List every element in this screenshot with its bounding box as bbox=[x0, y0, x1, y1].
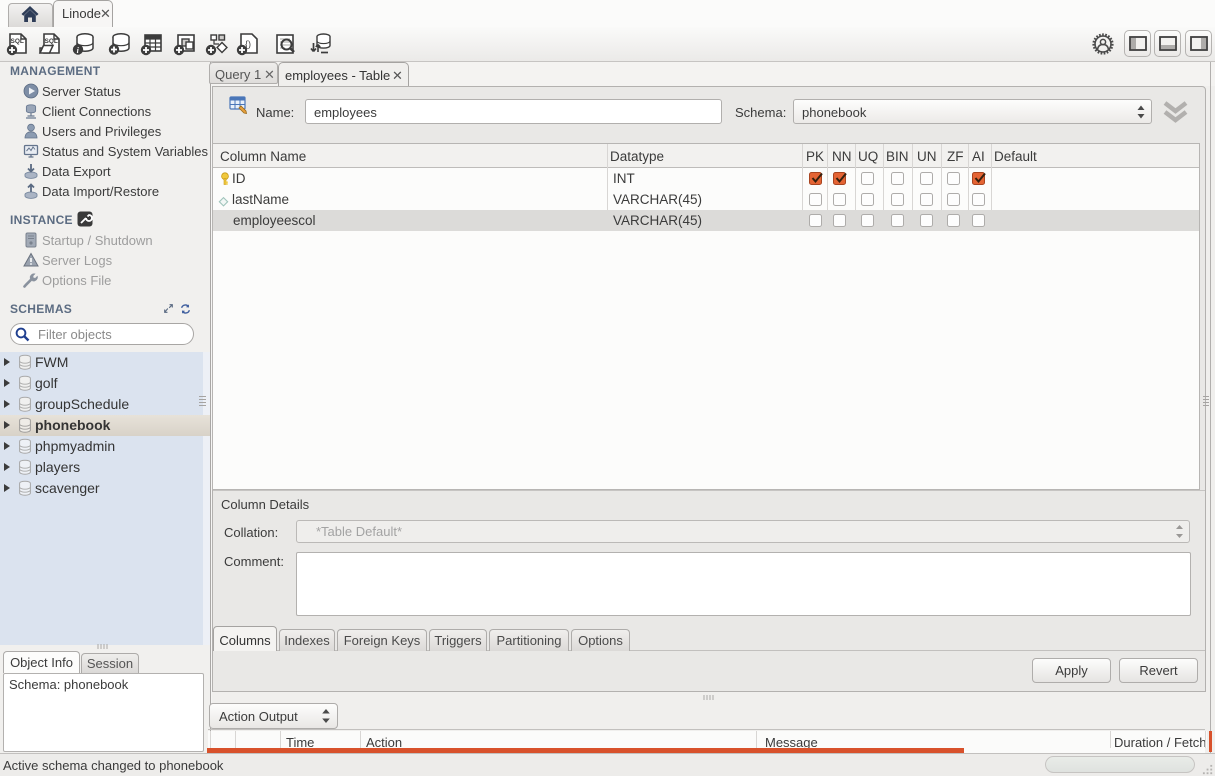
svg-text:SQL: SQL bbox=[11, 38, 24, 45]
svg-text:SQL: SQL bbox=[45, 38, 58, 45]
